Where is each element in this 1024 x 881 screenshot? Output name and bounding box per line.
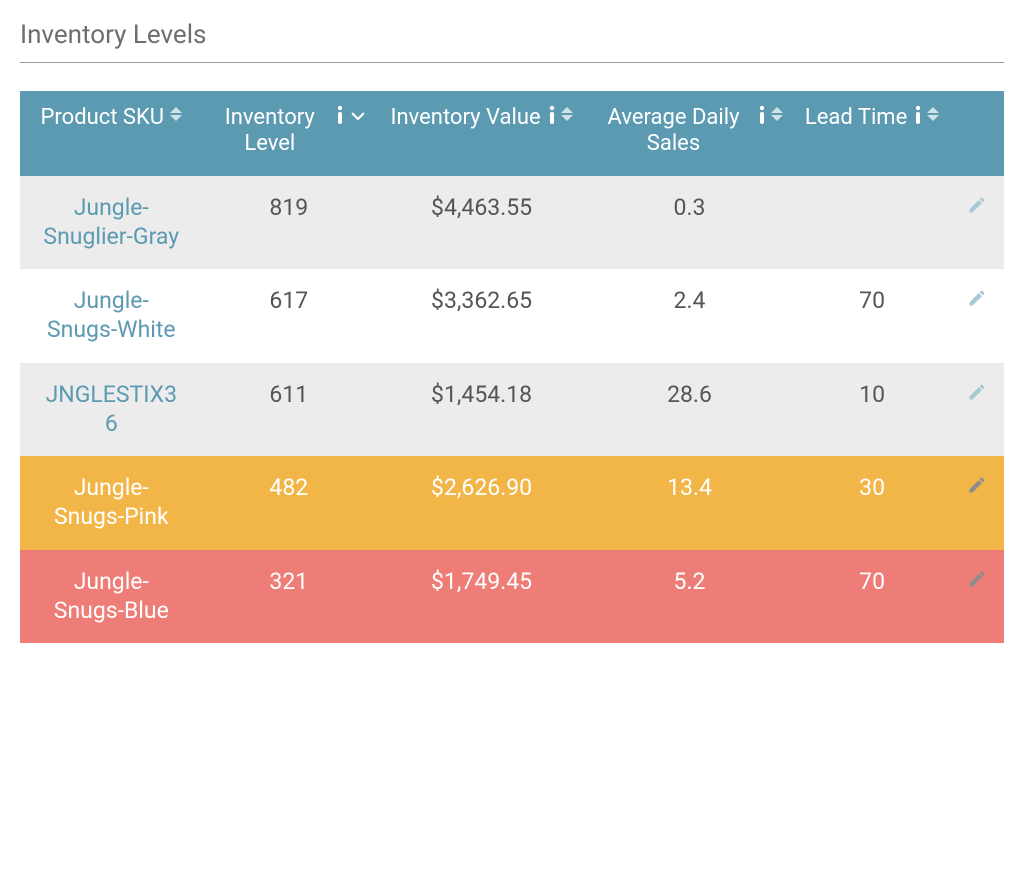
sort-icon[interactable] <box>771 107 783 121</box>
pencil-icon[interactable] <box>967 288 987 308</box>
table-row: Jungle-Snugs-Blue 321$1,749.455.270 <box>20 550 1004 644</box>
cell-daily: 13.4 <box>588 456 791 550</box>
column-header-actions <box>953 91 1004 176</box>
table-row: JNGLESTIX36 611$1,454.1828.610 <box>20 363 1004 457</box>
cell-level: 611 <box>203 363 375 457</box>
cell-lead: 70 <box>791 269 953 363</box>
sku-link[interactable]: Jungle-Snugs-Blue <box>41 568 181 626</box>
info-icon[interactable] <box>913 107 923 125</box>
sort-icon[interactable] <box>561 107 573 121</box>
cell-value: $1,749.45 <box>375 550 588 644</box>
info-icon[interactable] <box>335 107 345 125</box>
cell-daily: 2.4 <box>588 269 791 363</box>
cell-value: $1,454.18 <box>375 363 588 457</box>
cell-edit <box>953 363 1004 457</box>
cell-value: $2,626.90 <box>375 456 588 550</box>
cell-lead: 70 <box>791 550 953 644</box>
cell-edit <box>953 456 1004 550</box>
pencil-icon[interactable] <box>967 569 987 589</box>
column-header-level[interactable]: Inventory Level <box>203 91 375 176</box>
cell-level: 482 <box>203 456 375 550</box>
page-title: Inventory Levels <box>20 20 1004 63</box>
inventory-table: Product SKU Inventory Level <box>20 91 1004 643</box>
cell-edit <box>953 269 1004 363</box>
cell-lead <box>791 176 953 270</box>
pencil-icon[interactable] <box>967 195 987 215</box>
cell-value: $3,362.65 <box>375 269 588 363</box>
cell-level: 819 <box>203 176 375 270</box>
cell-edit <box>953 550 1004 644</box>
sku-link[interactable]: Jungle-Snuglier-Gray <box>41 194 181 252</box>
cell-sku: Jungle-Snugs-White <box>20 269 203 363</box>
sort-icon[interactable] <box>927 107 939 121</box>
sku-link[interactable]: Jungle-Snugs-White <box>41 287 181 345</box>
cell-edit <box>953 176 1004 270</box>
sort-icon[interactable] <box>170 107 182 121</box>
column-header-sku[interactable]: Product SKU <box>20 91 203 176</box>
cell-daily: 5.2 <box>588 550 791 644</box>
pencil-icon[interactable] <box>967 475 987 495</box>
info-icon[interactable] <box>757 107 767 125</box>
table-row: Jungle-Snuglier-Gray 819$4,463.550.3 <box>20 176 1004 270</box>
column-label: Inventory Value <box>390 105 540 131</box>
cell-level: 617 <box>203 269 375 363</box>
sort-desc-icon[interactable] <box>349 107 367 125</box>
table-header-row: Product SKU Inventory Level <box>20 91 1004 176</box>
cell-level: 321 <box>203 550 375 644</box>
column-label: Lead Time <box>805 105 907 131</box>
pencil-icon[interactable] <box>967 382 987 402</box>
cell-value: $4,463.55 <box>375 176 588 270</box>
sku-link[interactable]: Jungle-Snugs-Pink <box>41 474 181 532</box>
sku-link[interactable]: JNGLESTIX36 <box>41 381 181 439</box>
cell-sku: Jungle-Snuglier-Gray <box>20 176 203 270</box>
cell-lead: 10 <box>791 363 953 457</box>
cell-daily: 0.3 <box>588 176 791 270</box>
column-label: Product SKU <box>41 105 165 131</box>
cell-lead: 30 <box>791 456 953 550</box>
cell-sku: Jungle-Snugs-Blue <box>20 550 203 644</box>
column-header-daily[interactable]: Average Daily Sales <box>588 91 791 176</box>
info-icon[interactable] <box>547 107 557 125</box>
cell-sku: Jungle-Snugs-Pink <box>20 456 203 550</box>
cell-sku: JNGLESTIX36 <box>20 363 203 457</box>
cell-daily: 28.6 <box>588 363 791 457</box>
column-header-lead[interactable]: Lead Time <box>791 91 953 176</box>
column-header-value[interactable]: Inventory Value <box>375 91 588 176</box>
column-label: Average Daily Sales <box>596 105 751 158</box>
table-row: Jungle-Snugs-Pink 482$2,626.9013.430 <box>20 456 1004 550</box>
table-row: Jungle-Snugs-White 617$3,362.652.470 <box>20 269 1004 363</box>
column-label: Inventory Level <box>211 105 329 158</box>
